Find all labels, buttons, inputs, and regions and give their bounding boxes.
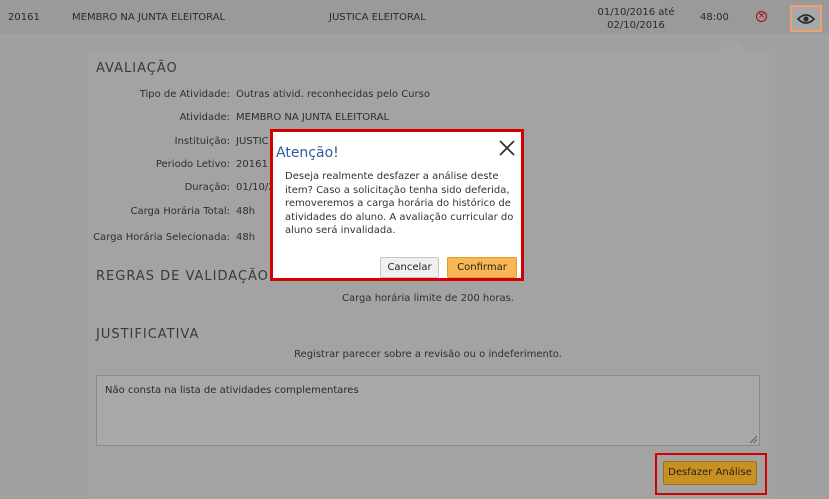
field-value-duracao: 01/10/2 (236, 182, 275, 193)
modal-message: Deseja realmente desfazer a análise dest… (285, 171, 514, 236)
field-label-atividade: Atividade: (179, 112, 230, 123)
row-activity: MEMBRO NA JUNTA ELEITORAL (72, 12, 226, 23)
regras-title: REGRAS DE VALIDAÇÃO (96, 269, 269, 284)
row-code: 20161 (8, 12, 40, 23)
justificativa-textarea[interactable]: Não consta na lista de atividades comple… (96, 375, 760, 446)
activity-row: 20161 MEMBRO NA JUNTA ELEITORAL JUSTICA … (0, 0, 829, 34)
field-value-instituicao: JUSTIC (236, 136, 269, 147)
row-institution: JUSTICA ELEITORAL (329, 12, 426, 23)
row-period-end: 02/10/2016 (607, 20, 665, 31)
row-hours: 48:00 (700, 12, 729, 23)
field-value-atividade: MEMBRO NA JUNTA ELEITORAL (236, 112, 390, 123)
avaliacao-title: AVALIAÇÃO (96, 61, 178, 76)
close-icon[interactable] (498, 139, 516, 157)
field-value-carga-selecionada: 48h (236, 232, 256, 243)
field-value-carga-total: 48h (236, 206, 256, 217)
field-value-tipo: Outras ativid. reconhecidas pelo Curso (236, 89, 430, 100)
undo-analysis-button[interactable]: Desfazer Análise (663, 461, 757, 485)
row-period-start: 01/10/2016 até (597, 7, 675, 18)
field-label-carga-selecionada: Carga Horária Selecionada: (93, 232, 230, 243)
confirm-modal: Atenção! Deseja realmente desfazer a aná… (270, 129, 524, 281)
field-label-tipo: Tipo de Atividade: (139, 89, 230, 100)
undo-button-highlight: Desfazer Análise (655, 453, 767, 495)
regras-text: Carga horária limite de 200 horas. (342, 293, 514, 304)
justificativa-text: Não consta na lista de atividades comple… (105, 385, 359, 396)
confirm-button[interactable]: Confirmar (447, 257, 517, 278)
eye-icon (797, 13, 815, 24)
field-label-instituicao: Instituição: (174, 136, 230, 147)
field-label-carga-total: Carga Horária Total: (130, 206, 231, 217)
field-label-duracao: Duração: (184, 182, 230, 193)
justificativa-hint: Registrar parecer sobre a revisão ou o i… (294, 349, 562, 360)
resize-handle-icon[interactable] (749, 435, 757, 443)
view-button[interactable] (790, 5, 822, 32)
cancel-button[interactable]: Cancelar (380, 257, 439, 278)
field-value-periodo: 20161 (236, 159, 268, 170)
row-period: 01/10/2016 até 02/10/2016 (596, 6, 676, 32)
panel-pointer (720, 38, 746, 50)
modal-title: Atenção! (276, 145, 339, 161)
field-label-periodo: Periodo Letivo: (155, 159, 230, 170)
justificativa-title: JUSTIFICATIVA (96, 327, 200, 342)
remove-icon[interactable]: × (756, 11, 767, 22)
